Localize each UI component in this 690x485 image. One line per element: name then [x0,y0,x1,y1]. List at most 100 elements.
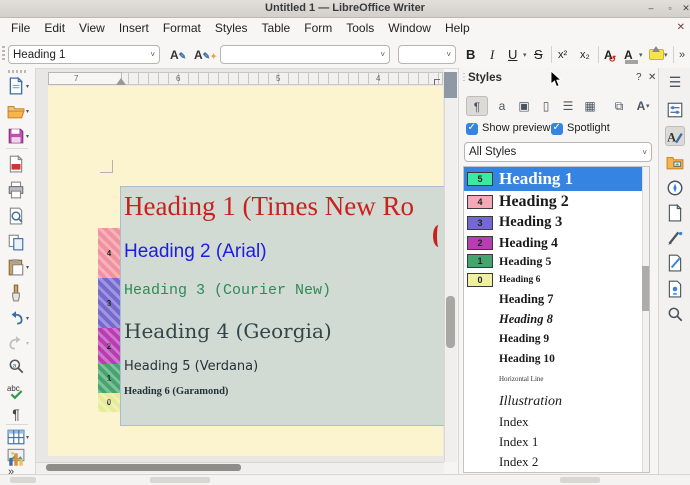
style-row-heading-8[interactable]: Heading 8 [464,309,649,329]
menu-insert[interactable]: Insert [112,18,156,38]
menu-tools[interactable]: Tools [339,18,381,38]
menu-edit[interactable]: Edit [37,18,72,38]
style-filter-dropdown[interactable]: All Styles ˅ [464,142,652,162]
menu-table[interactable]: Table [255,18,298,38]
maximize-button[interactable]: ▫ [663,2,677,15]
page-styles-icon[interactable]: ▯ [535,96,557,116]
highlight-color-icon[interactable] [649,49,664,60]
doc-heading-2[interactable]: Heading 2 (Arial) [124,241,267,263]
menu-styles[interactable]: Styles [208,18,255,38]
save-icon[interactable] [7,127,25,145]
doc-heading-3[interactable]: Heading 3 (Courier New) [124,282,331,299]
superscript-button[interactable]: x² [558,45,567,65]
chevron-down-icon[interactable]: ▾ [26,340,29,347]
style-row-index[interactable]: Index [464,412,649,432]
close-button[interactable]: ✕ [679,2,690,15]
style-row-heading-5[interactable]: 1 Heading 5 [464,252,649,270]
export-pdf-icon[interactable] [7,155,25,173]
styles-list-scrollbar[interactable] [642,167,649,472]
formatting-marks-icon[interactable]: ¶ [7,406,25,424]
panel-close-icon[interactable]: ✕ [648,72,656,83]
toolbar-overflow-button[interactable]: » [679,45,685,65]
style-row-heading-4[interactable]: 2 Heading 4 [464,233,649,252]
chevron-down-icon[interactable]: ▾ [26,133,29,140]
style-row-heading-3[interactable]: 3 Heading 3 [464,212,649,233]
style-row-index-1[interactable]: Index 1 [464,432,649,452]
document-vertical-scrollbar[interactable] [444,72,457,462]
bold-button[interactable]: B [466,45,475,65]
minimize-button[interactable]: – [644,2,658,15]
style-inspector-icon[interactable] [665,228,685,248]
new-style-icon[interactable]: A✎✦ [194,45,217,65]
character-styles-icon[interactable]: a [491,96,513,116]
undo-icon[interactable] [7,309,25,327]
font-name-combobox[interactable]: ˅ [220,45,390,64]
subscript-button[interactable]: x₂ [580,45,590,65]
style-row-horizontal-line[interactable]: Horizontal Line [464,369,649,389]
table-styles-icon[interactable]: ▦ [579,96,601,116]
gallery-icon[interactable] [665,152,685,172]
open-icon[interactable] [7,102,25,120]
spotlight-label[interactable]: Spotlight [567,122,610,134]
sidebar-menu-icon[interactable]: ☰ [665,72,685,92]
paragraph-styles-icon[interactable]: ¶ [466,96,488,116]
chevron-down-icon[interactable]: ▾ [26,83,29,90]
styles-list-scrollbar-thumb[interactable] [642,266,649,311]
list-styles-icon[interactable]: ☰ [557,96,579,116]
chevron-down-icon[interactable]: ˅ [150,50,155,59]
manage-changes-icon[interactable] [665,279,685,299]
print-preview-icon[interactable] [7,207,25,225]
show-previews-label[interactable]: Show previews [482,122,556,134]
insert-table-icon[interactable] [7,428,25,446]
left-toolbar-grip[interactable] [8,70,26,73]
doc-heading-4[interactable]: Heading 4 (Georgia) [124,319,332,343]
show-previews-checkbox[interactable] [466,123,478,135]
new-document-icon[interactable] [7,77,25,95]
doc-heading-6[interactable]: Heading 6 (Garamond) [124,386,228,397]
chevron-down-icon[interactable]: ▾ [26,108,29,115]
menu-format[interactable]: Format [156,18,208,38]
find-replace-icon[interactable]: a [7,358,25,376]
panel-help-button[interactable]: ? [636,72,642,83]
italic-button[interactable]: I [490,45,494,65]
print-icon[interactable] [7,181,25,199]
menu-help[interactable]: Help [438,18,477,38]
page-icon[interactable] [665,203,685,223]
accessibility-check-icon[interactable] [665,253,685,273]
chevron-down-icon[interactable]: ▾ [523,51,527,59]
clone-formatting-icon[interactable] [7,284,25,302]
selected-text-block[interactable]: Heading 1 (Times New Ro Heading 2 (Arial… [120,186,444,426]
clear-formatting-icon[interactable]: A↺ [604,45,620,65]
style-row-heading-1[interactable]: 5 Heading 1 [464,167,649,191]
paste-icon[interactable] [7,258,25,276]
spotlight-checkbox[interactable] [551,123,563,135]
doc-heading-5[interactable]: Heading 5 (Verdana) [124,359,258,374]
chevron-down-icon[interactable]: ▾ [26,434,29,441]
underline-button[interactable]: U [508,45,517,65]
style-row-heading-10[interactable]: Heading 10 [464,349,649,369]
find-icon[interactable] [665,304,685,324]
font-color-icon[interactable]: A [624,45,633,65]
menu-window[interactable]: Window [381,18,438,38]
navigator-icon[interactable] [665,178,685,198]
styles-icon[interactable]: A [665,126,685,146]
menu-file[interactable]: File [4,18,37,38]
horizontal-scrollbar-thumb[interactable] [46,464,241,471]
chevron-down-icon[interactable]: ▾ [26,264,29,271]
chevron-down-icon[interactable]: ˅ [446,50,451,59]
style-row-illustration[interactable]: Illustration [464,391,649,412]
chevron-down-icon[interactable]: ˅ [380,50,385,59]
fill-format-mode-icon[interactable]: ⧉ [608,96,630,116]
style-row-heading-6[interactable]: 0 Heading 6 [464,270,649,289]
chevron-down-icon[interactable]: ▾ [646,102,650,110]
font-size-combobox[interactable]: ˅ [398,45,456,64]
redo-icon[interactable] [7,334,25,352]
style-row-index-2[interactable]: Index 2 [464,452,649,472]
toolbar-grip[interactable] [2,46,5,61]
spelling-icon[interactable]: abc [7,382,25,400]
panel-grip[interactable]: ⋮ [459,72,468,83]
update-style-icon[interactable]: A✎ [170,45,186,65]
indent-marker[interactable] [116,78,126,85]
menu-form[interactable]: Form [297,18,339,38]
chevron-down-icon[interactable]: ▾ [664,51,668,59]
